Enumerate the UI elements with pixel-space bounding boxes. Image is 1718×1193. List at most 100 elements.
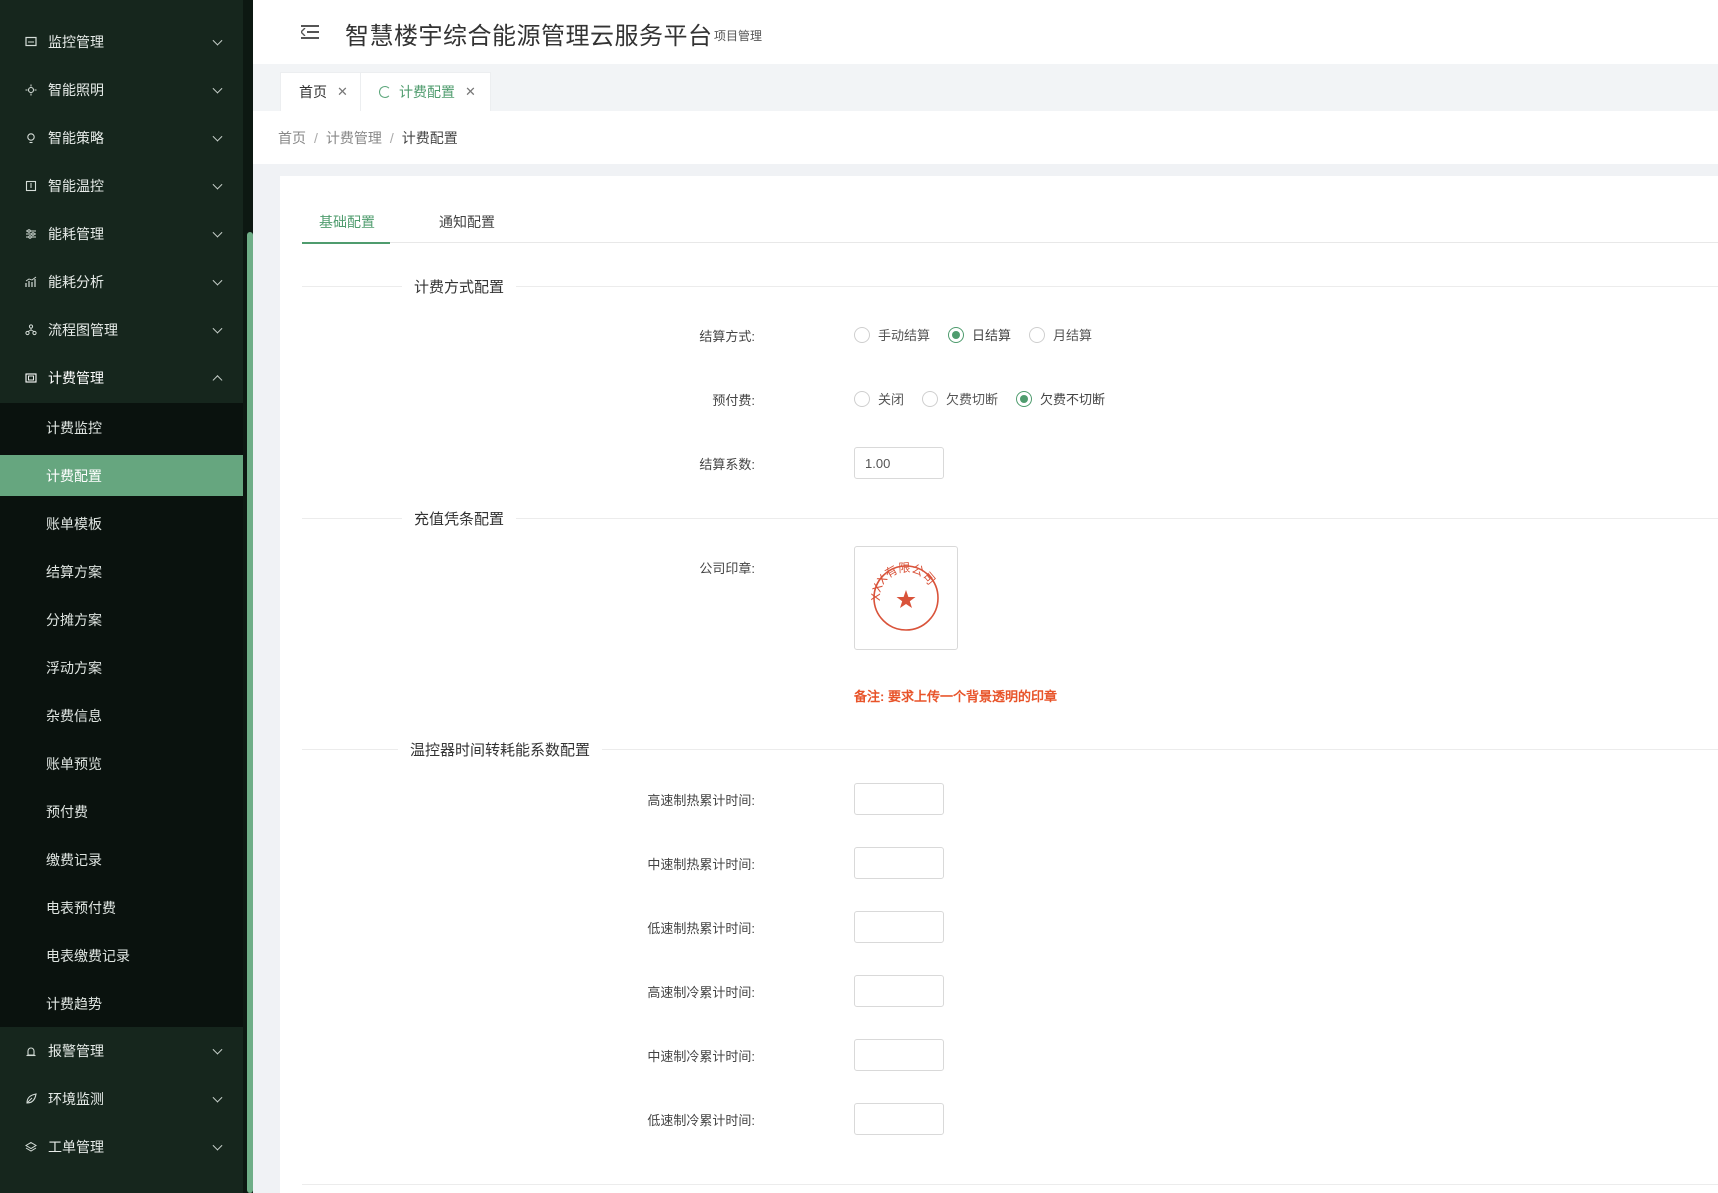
sidebar-subitem-prepaid[interactable]: 预付费 (0, 791, 243, 832)
prepaid-cutoff-radio[interactable]: 欠费切断 (922, 389, 998, 408)
sidebar-item-label: 流程图管理 (48, 322, 118, 338)
section-title-voucher: 充值凭条配置 (402, 508, 517, 529)
sidebar-item-lighting[interactable]: 智能照明 (0, 66, 243, 114)
sidebar-item-label: 报警管理 (48, 1043, 104, 1059)
app-subtitle: 项目管理 (714, 29, 763, 43)
tab-basic-config[interactable]: 基础配置 (319, 212, 375, 243)
chevron-down-icon (212, 1044, 223, 1055)
sidebar-subitem-meter-payment-record[interactable]: 电表缴费记录 (0, 935, 243, 976)
mid-cool-time-input[interactable] (854, 1039, 944, 1071)
seal-note: 备注: 要求上传一个背景透明的印章 (854, 689, 1057, 704)
coefficient-label: 结算系数: (699, 457, 755, 472)
high-cool-time-input[interactable] (854, 975, 944, 1007)
leaf-icon (24, 1092, 38, 1106)
sliders-icon (24, 227, 38, 241)
tab-label: 计费配置 (399, 84, 455, 100)
section-title-billing-mode: 计费方式配置 (402, 276, 517, 297)
sidebar-subitem-bill-template[interactable]: 账单模板 (0, 503, 243, 544)
sidebar-subitem-float-plan[interactable]: 浮动方案 (0, 647, 243, 688)
close-icon[interactable]: ✕ (465, 84, 476, 100)
sidebar-subitem-payment-record[interactable]: 缴费记录 (0, 839, 243, 880)
thermo-label: 低速制热累计时间: (647, 921, 755, 936)
sidebar-subitem-billing-trend[interactable]: 计费趋势 (0, 983, 243, 1024)
collapse-menu-icon[interactable] (301, 23, 319, 41)
monitor-icon (24, 35, 38, 49)
thermo-label: 高速制冷累计时间: (647, 985, 755, 1000)
chevron-down-icon (212, 323, 223, 334)
chevron-down-icon (212, 35, 223, 46)
chevron-down-icon (212, 179, 223, 190)
settlement-manual-radio[interactable]: 手动结算 (854, 325, 930, 344)
chevron-down-icon (212, 131, 223, 142)
sidebar-item-label: 工单管理 (48, 1139, 104, 1155)
sidebar-item-monitor[interactable]: 监控管理 (0, 18, 243, 66)
sidebar-subitem-settlement-plan[interactable]: 结算方案 (0, 551, 243, 592)
prepaid-label: 预付费: (712, 393, 755, 408)
sidebar-subitem-misc-fee[interactable]: 杂费信息 (0, 695, 243, 736)
prepaid-off-radio[interactable]: 关闭 (854, 389, 904, 408)
sidebar-scrollbar[interactable] (247, 232, 253, 1193)
breadcrumb-parent[interactable]: 计费管理 (326, 128, 382, 148)
coefficient-input[interactable] (854, 447, 944, 479)
sidebar-item-label: 监控管理 (48, 34, 104, 50)
sidebar-item-label: 能耗分析 (48, 274, 104, 290)
alarm-icon (24, 1044, 38, 1058)
sidebar-item-energy-analysis[interactable]: 能耗分析 (0, 258, 243, 306)
app-title: 智慧楼宇综合能源管理云服务平台 (345, 23, 713, 50)
breadcrumb-home[interactable]: 首页 (278, 128, 306, 148)
thermostat-icon (24, 179, 38, 193)
breadcrumb: 首页 / 计费管理 / 计费配置 (253, 111, 1718, 164)
sidebar-item-strategy[interactable]: 智能策略 (0, 114, 243, 162)
chevron-down-icon (212, 1140, 223, 1151)
settlement-label: 结算方式: (699, 329, 755, 344)
chevron-down-icon (212, 227, 223, 238)
svg-text:XXX有限公司: XXX有限公司 (869, 561, 938, 602)
top-header: 智慧楼宇综合能源管理云服务平台 项目管理 (253, 0, 1718, 64)
prepaid-no-cutoff-radio[interactable]: 欠费不切断 (1016, 389, 1105, 408)
sidebar-subitem-apportion-plan[interactable]: 分摊方案 (0, 599, 243, 640)
sidebar-subitem-meter-prepaid[interactable]: 电表预付费 (0, 887, 243, 928)
seal-upload[interactable]: XXX有限公司 (854, 546, 958, 650)
thermo-label: 高速制热累计时间: (647, 793, 755, 808)
low-cool-time-input[interactable] (854, 1103, 944, 1135)
mid-heat-time-input[interactable] (854, 847, 944, 879)
bulb-icon (24, 131, 38, 145)
sidebar-item-environment[interactable]: 环境监测 (0, 1075, 243, 1123)
thermo-label: 低速制冷累计时间: (647, 1113, 755, 1128)
sidebar-item-billing[interactable]: 计费管理 (0, 354, 243, 402)
sidebar-item-label: 环境监测 (48, 1091, 104, 1107)
flowchart-icon (24, 323, 38, 337)
refresh-icon[interactable] (379, 86, 391, 98)
sidebar-item-energy-mgmt[interactable]: 能耗管理 (0, 210, 243, 258)
tab-notify-config[interactable]: 通知配置 (439, 212, 495, 243)
sidebar-subitem-bill-preview[interactable]: 账单预览 (0, 743, 243, 784)
sidebar-item-label: 智能温控 (48, 178, 104, 194)
tab-label: 首页 (299, 84, 327, 100)
settlement-daily-radio[interactable]: 日结算 (948, 325, 1011, 344)
sidebar-item-flowchart[interactable]: 流程图管理 (0, 306, 243, 354)
billing-icon (24, 371, 38, 385)
tab-home[interactable]: 首页 ✕ (280, 72, 363, 111)
sidebar-subitem-billing-monitor[interactable]: 计费监控 (0, 407, 243, 448)
sidebar-item-label: 能耗管理 (48, 226, 104, 242)
seal-label: 公司印章: (699, 561, 755, 576)
sidebar-item-label: 智能照明 (48, 82, 104, 98)
settlement-monthly-radio[interactable]: 月结算 (1029, 325, 1092, 344)
sidebar-subitem-billing-config[interactable]: 计费配置 (0, 455, 243, 496)
active-tab-indicator (302, 242, 390, 244)
low-heat-time-input[interactable] (854, 911, 944, 943)
thermo-label: 中速制冷累计时间: (647, 1049, 755, 1064)
sidebar-item-alarm[interactable]: 报警管理 (0, 1027, 243, 1075)
page-tabs: 首页 ✕ 计费配置 ✕ (253, 64, 1718, 111)
chevron-up-icon (212, 375, 223, 386)
tab-billing-config[interactable]: 计费配置 ✕ (360, 72, 491, 111)
prepaid-radio-group: 关闭 欠费切断 欠费不切断 (854, 389, 1123, 408)
sidebar-item-thermostat[interactable]: 智能温控 (0, 162, 243, 210)
chevron-down-icon (212, 83, 223, 94)
section-title-thermo: 温控器时间转耗能系数配置 (398, 739, 603, 760)
breadcrumb-current: 计费配置 (401, 129, 458, 146)
close-icon[interactable]: ✕ (337, 84, 348, 100)
analysis-icon (24, 275, 38, 289)
sidebar-item-workorder[interactable]: 工单管理 (0, 1123, 243, 1171)
high-heat-time-input[interactable] (854, 783, 944, 815)
